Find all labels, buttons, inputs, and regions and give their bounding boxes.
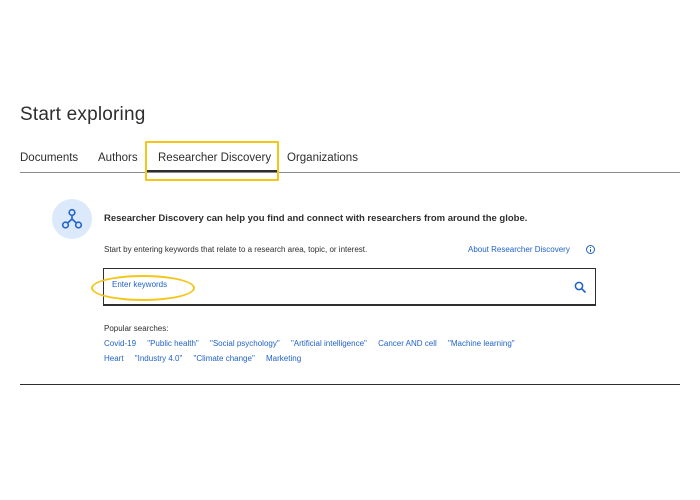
popular-searches-row-1: Covid-19 "Public health" "Social psychol… — [104, 339, 524, 348]
network-nodes-icon — [52, 199, 92, 239]
popular-search-link[interactable]: Marketing — [266, 354, 301, 363]
popular-search-link[interactable]: "Public health" — [147, 339, 199, 348]
popular-search-link[interactable]: "Social psychology" — [210, 339, 280, 348]
tab-documents[interactable]: Documents — [20, 152, 78, 164]
popular-search-link[interactable]: "Machine learning" — [448, 339, 515, 348]
tab-bar: Documents Authors Researcher Discovery O… — [20, 150, 680, 173]
popular-search-link[interactable]: Cancer AND cell — [378, 339, 437, 348]
search-icon[interactable] — [574, 280, 586, 298]
page-title: Start exploring — [20, 104, 146, 125]
tab-highlight-box — [145, 141, 279, 181]
search-input-highlight-ellipse — [91, 275, 195, 301]
popular-search-link[interactable]: "Climate change" — [194, 354, 255, 363]
tab-authors[interactable]: Authors — [98, 152, 138, 164]
tab-organizations[interactable]: Organizations — [287, 152, 358, 164]
popular-search-link[interactable]: Heart — [104, 354, 124, 363]
popular-search-link[interactable]: "Industry 4.0" — [135, 354, 182, 363]
about-researcher-discovery-link[interactable]: About Researcher Discovery — [468, 245, 570, 254]
info-icon[interactable] — [586, 245, 595, 254]
popular-searches-label: Popular searches: — [104, 324, 169, 333]
popular-searches-row-2: Heart "Industry 4.0" "Climate change" Ma… — [104, 354, 310, 363]
panel-instructions: Start by entering keywords that relate t… — [104, 245, 368, 254]
section-divider — [20, 384, 680, 385]
popular-search-link[interactable]: "Artificial intelligence" — [291, 339, 367, 348]
popular-search-link[interactable]: Covid-19 — [104, 339, 136, 348]
panel-headline: Researcher Discovery can help you find a… — [104, 213, 528, 224]
